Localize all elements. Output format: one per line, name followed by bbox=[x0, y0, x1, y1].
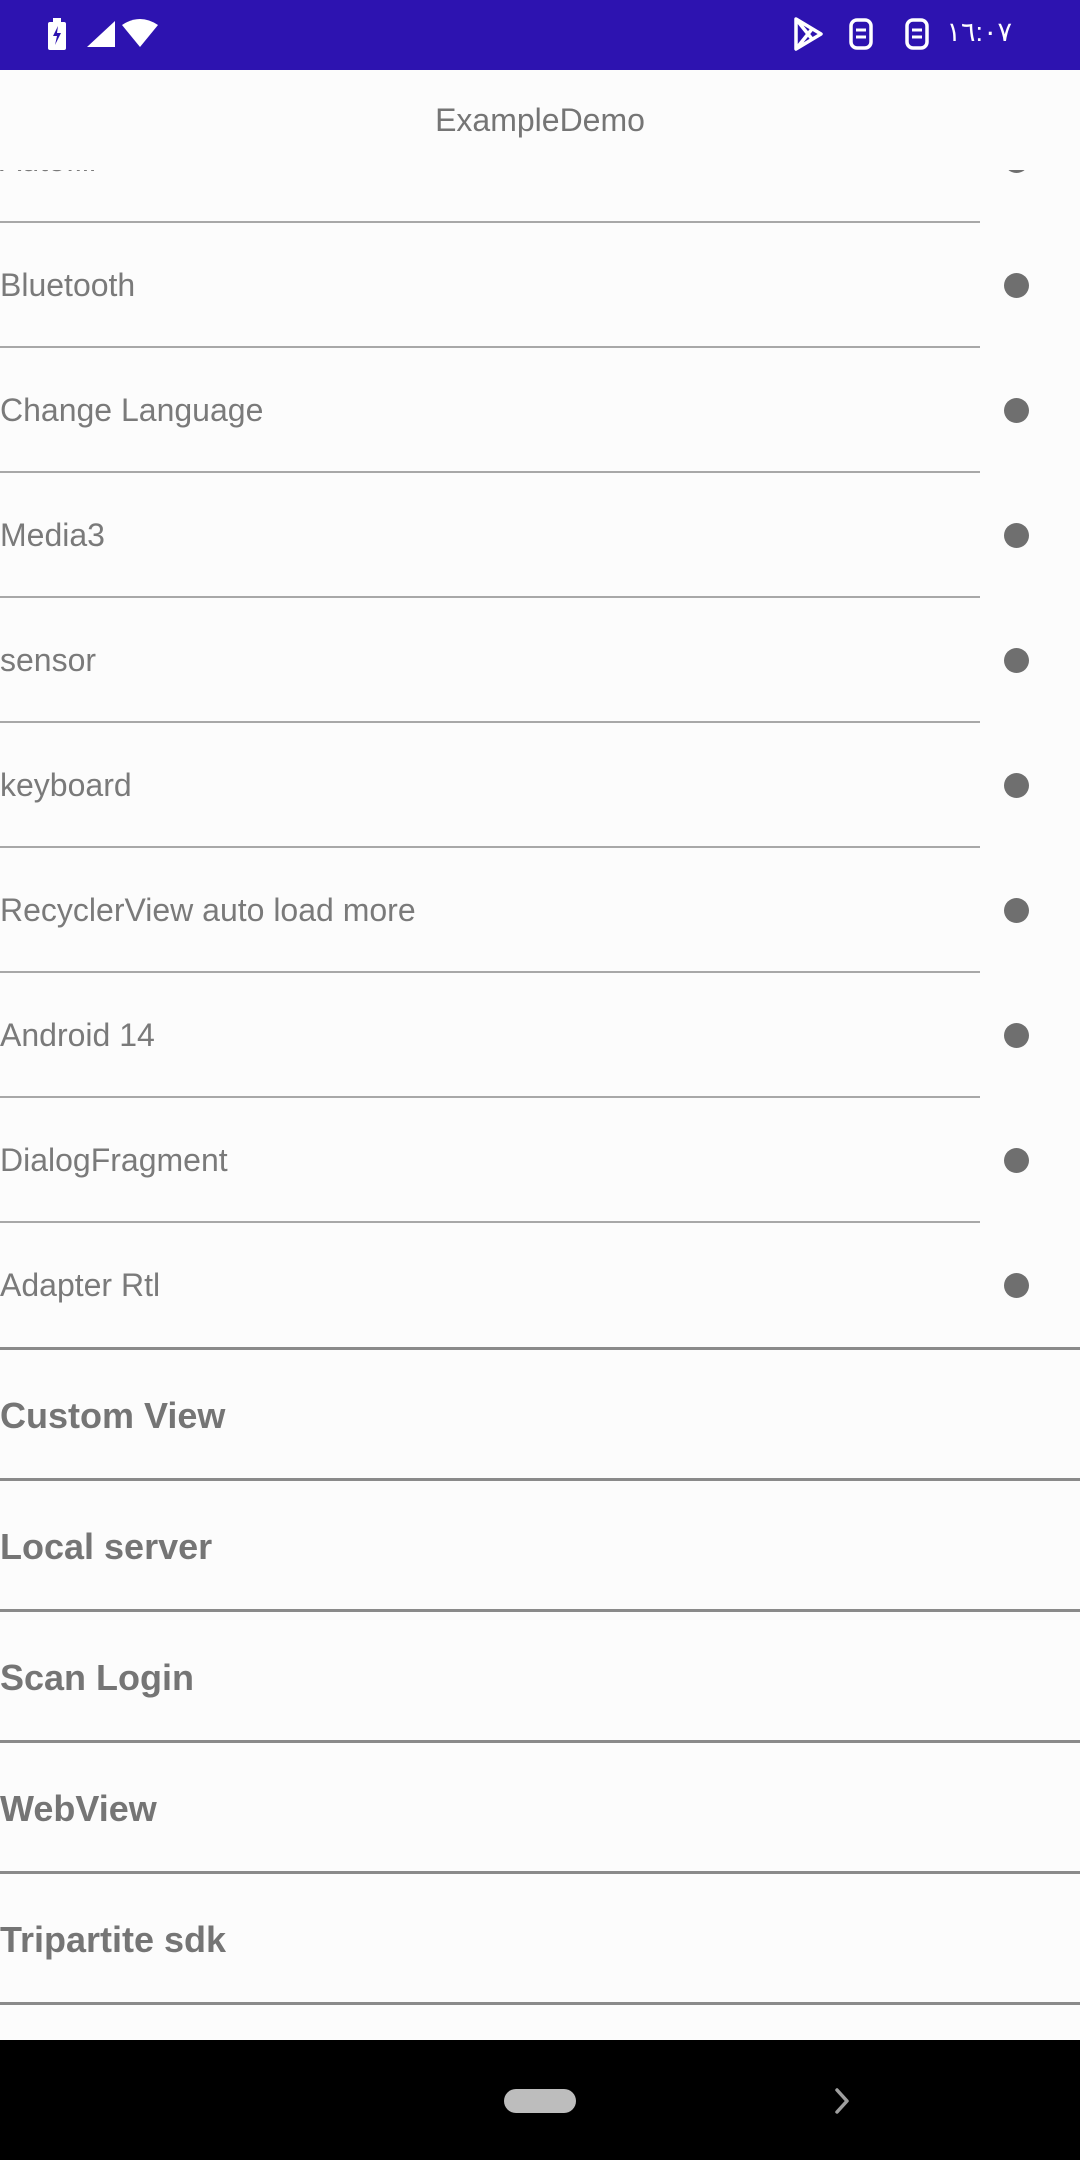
section-header[interactable]: Custom View bbox=[0, 1347, 1080, 1481]
navigation-bar bbox=[0, 2040, 1080, 2160]
play-store-icon bbox=[790, 14, 826, 54]
section-label: WebView bbox=[0, 1788, 157, 1829]
dot-icon bbox=[1004, 773, 1029, 798]
signal-icon bbox=[84, 14, 118, 54]
app-bar: ExampleDemo bbox=[0, 70, 1080, 170]
section-header[interactable]: WebView bbox=[0, 1743, 1080, 1874]
battery-charging-icon bbox=[46, 14, 68, 54]
section-header[interactable]: Local server bbox=[0, 1481, 1080, 1612]
list-item-label: Bluetooth bbox=[0, 267, 136, 303]
dot-icon bbox=[1004, 898, 1029, 923]
dot-icon bbox=[1004, 1273, 1029, 1298]
status-time: ١٦:٠٧ bbox=[946, 17, 1012, 47]
list-item[interactable]: Android 14 bbox=[0, 973, 1080, 1098]
section-label: Custom View bbox=[0, 1395, 226, 1436]
list-item-label: Change Language bbox=[0, 392, 264, 428]
dot-icon bbox=[1004, 398, 1029, 423]
dot-icon bbox=[1004, 648, 1029, 673]
list-item[interactable]: DialogFragment bbox=[0, 1098, 1080, 1223]
app-title: ExampleDemo bbox=[435, 101, 645, 138]
list-item-label: RecyclerView auto load more bbox=[0, 892, 416, 928]
app-screen: Autofill Bluetooth Change Language Media… bbox=[0, 70, 1080, 2040]
list-item[interactable]: Adapter Rtl bbox=[0, 1223, 1080, 1348]
section-header[interactable]: Tripartite sdk bbox=[0, 1874, 1080, 2005]
section-header[interactable]: Scan Login bbox=[0, 1612, 1080, 1743]
status-bar: ١٦:٠٧ bbox=[0, 0, 1080, 70]
list-item[interactable]: Bluetooth bbox=[0, 223, 1080, 348]
list-item-label: Adapter Rtl bbox=[0, 1267, 161, 1303]
dot-icon bbox=[1004, 1148, 1029, 1173]
wifi-icon bbox=[120, 14, 160, 54]
sim-icon bbox=[846, 14, 876, 54]
list-item[interactable]: sensor bbox=[0, 598, 1080, 723]
list-item-label: DialogFragment bbox=[0, 1142, 228, 1178]
list-item-label: keyboard bbox=[0, 767, 132, 803]
dot-icon bbox=[1004, 523, 1029, 548]
home-pill-icon[interactable] bbox=[504, 2089, 576, 2113]
list-item[interactable]: RecyclerView auto load more bbox=[0, 848, 1080, 973]
section-label: Scan Login bbox=[0, 1657, 195, 1698]
list-item-label: Android 14 bbox=[0, 1017, 155, 1053]
section-label: Local server bbox=[0, 1526, 213, 1567]
list-item-label: Media3 bbox=[0, 517, 105, 553]
list-item[interactable]: keyboard bbox=[0, 723, 1080, 848]
list-item-label: sensor bbox=[0, 642, 97, 678]
dot-icon bbox=[1004, 273, 1029, 298]
sim-icon bbox=[902, 14, 932, 54]
section-label: Tripartite sdk bbox=[0, 1919, 227, 1960]
list-item[interactable]: Change Language bbox=[0, 348, 1080, 473]
divider bbox=[0, 2002, 1080, 2005]
dot-icon bbox=[1004, 1023, 1029, 1048]
chevron-right-icon[interactable] bbox=[830, 2084, 854, 2118]
list-item[interactable]: Media3 bbox=[0, 473, 1080, 598]
